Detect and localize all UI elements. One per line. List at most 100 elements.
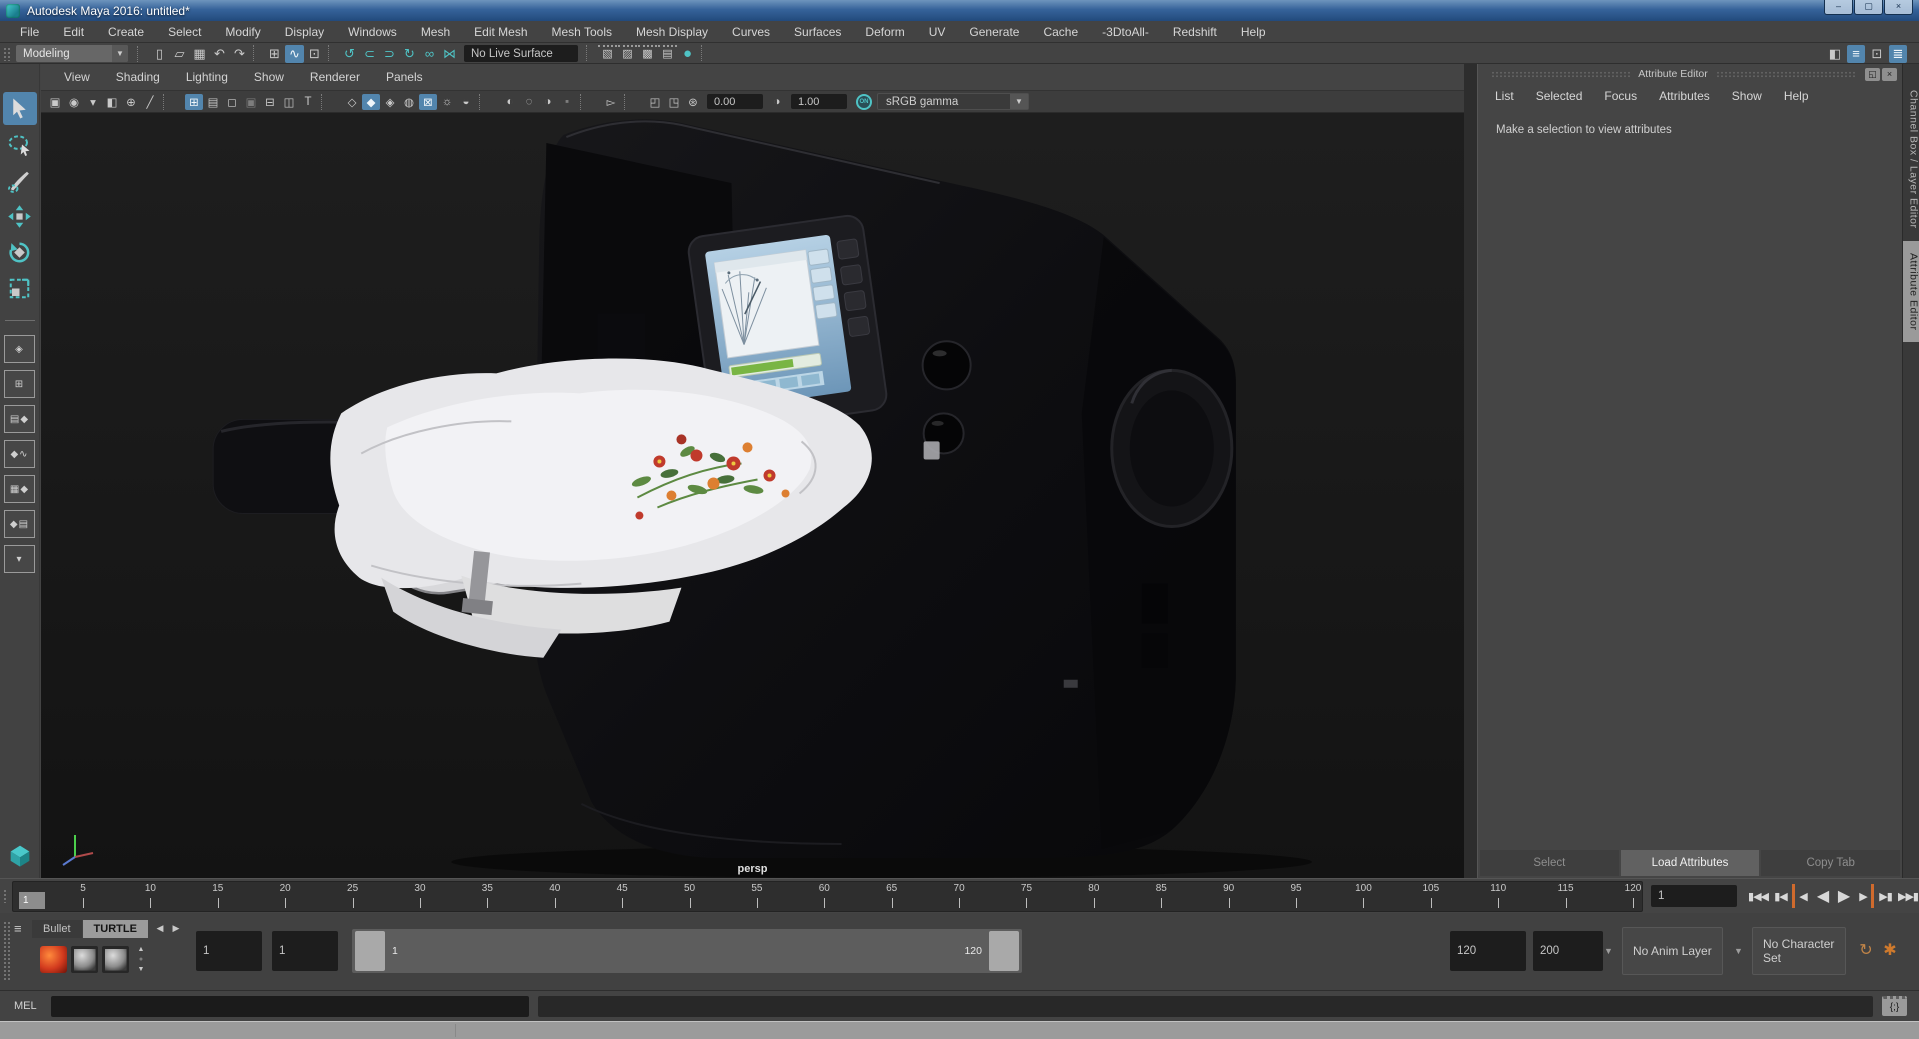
shelf-scroll-down-icon[interactable]: ▼ [135,965,147,974]
make-live-icon[interactable]: ↺ [340,45,359,63]
select-camera-icon[interactable]: ▣ [46,94,64,110]
menu-deform[interactable]: Deform [853,25,916,39]
float-panel-icon[interactable]: ◱ [1865,67,1881,81]
chevron-down-icon[interactable]: ▼ [1604,946,1613,956]
menu-generate[interactable]: Generate [957,25,1031,39]
animation-preferences-icon[interactable]: ↻ [1855,939,1877,961]
view-transform-dropdown[interactable]: sRGB gamma ▼ [877,93,1029,110]
time-slider-grip[interactable] [3,889,9,903]
default-material-icon[interactable]: ◍ [400,94,418,110]
anim-layer-dropdown[interactable]: No Anim Layer [1622,927,1723,975]
menu-3dtoall[interactable]: -3DtoAll- [1090,25,1161,39]
outliner-persp-layout-button[interactable]: ▤◆ [4,405,35,433]
snap-to-grids-icon[interactable]: ⊞ [265,45,284,63]
menu-select[interactable]: Select [156,25,213,39]
new-scene-icon[interactable]: ▯ [150,45,169,63]
ae-menu-focus[interactable]: Focus [1593,89,1648,103]
ipr-render-icon[interactable]: ▩ [638,44,657,60]
shelf-item-material-sphere-1[interactable] [71,946,98,973]
menu-create[interactable]: Create [96,25,156,39]
menu-mesh-tools[interactable]: Mesh Tools [540,25,624,39]
gamma-icon[interactable]: ◑ [768,94,786,110]
chevron-down-icon[interactable]: ▼ [1734,946,1743,956]
gamma-field[interactable]: 1.00 [791,94,847,109]
go-to-end-button[interactable]: ▶▶▮ [1897,884,1919,908]
single-pane-layout-button[interactable]: ◈ [4,335,35,363]
camera-attributes-icon[interactable]: ◉ [65,94,83,110]
shelf-tab-turtle[interactable]: TURTLE [82,919,148,938]
shelf-prev-tab-icon[interactable]: ◀ [155,920,165,938]
step-forward-key-button[interactable]: ▶ [1855,884,1875,908]
four-pane-layout-button[interactable]: ⊞ [4,370,35,398]
tab-attribute-editor[interactable]: Attribute Editor [1902,240,1919,342]
snap-to-points-icon[interactable]: ⊡ [305,45,324,63]
menu-file[interactable]: File [8,25,51,39]
ae-menu-show[interactable]: Show [1721,89,1773,103]
two-d-pan-zoom-icon[interactable]: ⊕ [122,94,140,110]
tool-settings-toggle-icon[interactable]: ⊡ [1868,45,1886,63]
range-start-handle[interactable] [355,931,385,971]
gate-mask-icon[interactable]: ▣ [242,94,260,110]
range-row-grip[interactable] [3,921,12,982]
history-icon[interactable]: ↻ [400,45,419,63]
animation-start-field[interactable]: 1 [196,931,262,971]
tab-channel-box-layer-editor[interactable]: Channel Box / Layer Editor [1903,78,1919,241]
render-settings-icon[interactable]: ▤ [658,44,677,60]
play-forwards-button[interactable]: ▶ [1834,884,1853,908]
animation-end-field[interactable]: 200 [1533,931,1603,971]
character-set-icon[interactable]: ✱ [1879,939,1901,961]
lighting-icon[interactable]: ☼ [438,94,456,110]
shelf-tab-bullet[interactable]: Bullet [32,919,82,938]
close-panel-icon[interactable]: × [1882,67,1898,81]
attribute-editor-titlebar[interactable]: Attribute Editor ◱ × [1478,64,1902,84]
menu-display[interactable]: Display [273,25,336,39]
menu-set-dropdown[interactable]: Modeling ▼ [16,45,128,62]
menu-curves[interactable]: Curves [720,25,782,39]
modeling-toolkit-toggle-icon[interactable]: ◧ [1826,45,1844,63]
load-attributes-button[interactable]: Load Attributes [1620,850,1760,876]
panel-menu-view[interactable]: View [51,70,103,84]
input-connections-icon[interactable]: ⊂ [360,45,379,63]
grid-icon[interactable]: ⊞ [185,93,203,110]
persp-graph-layout-button[interactable]: ◆∿ [4,440,35,468]
render-ball-icon[interactable]: ● [678,45,697,63]
drag-handle[interactable] [1491,70,1631,78]
bookmark-icon[interactable]: ▾ [84,94,102,110]
go-to-start-button[interactable]: ▮◀◀ [1747,884,1769,908]
maximize-button[interactable]: ▢ [1854,0,1883,15]
paint-select-tool[interactable] [3,164,37,197]
shelf-scroll-up-icon[interactable]: ▲ [135,945,147,954]
motion-blur-icon[interactable]: ◌ [520,94,538,110]
script-editor-icon[interactable]: {;} [1882,996,1907,1016]
render-view-icon[interactable]: ▧ [598,44,617,60]
attribute-editor-toggle-icon[interactable]: ≡ [1847,44,1865,63]
sequence-time-icon[interactable]: ▪ [558,94,576,110]
command-line-input[interactable] [51,995,529,1017]
playback-start-field[interactable]: 1 [272,931,338,971]
resolution-gate-icon[interactable]: ◻ [223,94,241,110]
rotate-tool[interactable] [3,236,37,269]
time-slider[interactable]: 1 5 10 15 20 25 30 35 40 45 50 55 60 65 70 75 80 85 90 95 1… [12,880,1644,912]
shelf-menu-icon[interactable]: ≡ [14,921,32,936]
construction-history-icon[interactable]: ∞ [420,45,439,63]
occlusion-icon[interactable]: ◐ [501,94,519,110]
ae-menu-selected[interactable]: Selected [1525,89,1594,103]
channel-box-toggle-icon[interactable]: ≣ [1889,44,1907,63]
live-surface-field[interactable]: No Live Surface [464,45,578,62]
shelf-item-material-sphere-2[interactable] [102,946,129,973]
isolate-select-icon[interactable]: ▻ [602,94,620,110]
viewport-persp[interactable]: persp [41,113,1464,878]
toolbox-plugin-icon[interactable] [5,841,35,874]
output-connections-icon[interactable]: ⊃ [380,45,399,63]
playhead[interactable]: 1 [19,891,46,909]
lasso-tool[interactable] [3,128,37,161]
menu-mesh[interactable]: Mesh [409,25,462,39]
step-back-key-button[interactable]: ◀ [1792,884,1811,908]
exposure-field[interactable]: 0.00 [707,94,763,109]
wireframe-on-shaded-icon[interactable]: ◈ [381,94,399,110]
menu-help[interactable]: Help [1229,25,1278,39]
hypershade-persp-layout-button[interactable]: ▦◆ [4,475,35,503]
play-backwards-button[interactable]: ◀ [1813,884,1832,908]
image-plane-icon[interactable]: ◧ [103,94,121,110]
menu-modify[interactable]: Modify [213,25,272,39]
